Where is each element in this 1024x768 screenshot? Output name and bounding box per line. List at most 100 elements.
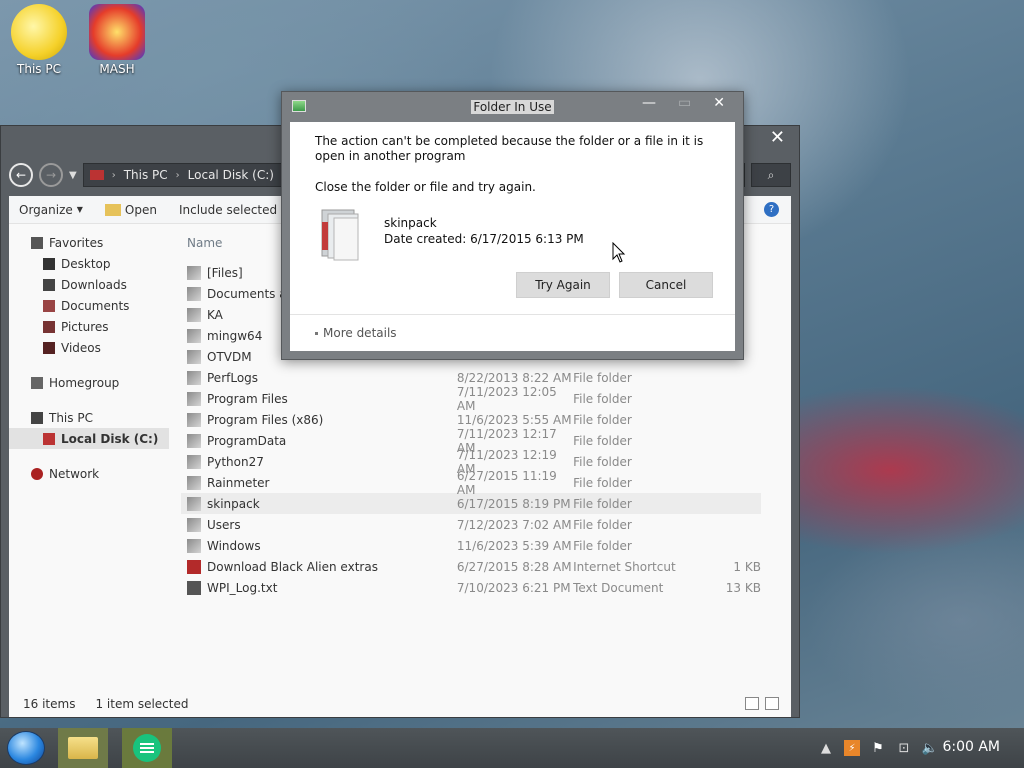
file-row[interactable]: Download Black Alien extras 6/27/2015 8:2… <box>181 556 761 577</box>
nav-label: Pictures <box>61 319 109 334</box>
file-type: File folder <box>573 538 632 553</box>
forward-button[interactable]: → <box>39 163 63 187</box>
chevron-up-icon[interactable]: ▲ <box>818 740 834 756</box>
file-size: 13 KB <box>725 580 761 595</box>
action-center-flag-icon[interactable]: ⚑ <box>870 740 886 756</box>
clock[interactable]: 6:00 AM <box>942 739 1000 755</box>
nav-label: Documents <box>61 298 130 313</box>
nav-label: Homegroup <box>49 375 120 390</box>
cancel-button[interactable]: Cancel <box>619 272 713 298</box>
notes-icon <box>133 734 161 762</box>
file-type: File folder <box>573 454 632 469</box>
minimize-button[interactable]: — <box>642 95 656 111</box>
try-again-button[interactable]: Try Again <box>516 272 610 298</box>
network-icon[interactable]: ⊡ <box>896 740 912 756</box>
nav-label: Downloads <box>61 277 127 292</box>
computer-icon <box>31 411 43 424</box>
arrow-right-icon: → <box>45 168 57 182</box>
view-toggle <box>745 697 779 710</box>
drive-icon <box>43 432 55 445</box>
desktop-icon <box>43 257 55 270</box>
file-name: WPI_Log.txt <box>207 580 278 595</box>
file-row[interactable]: WPI_Log.txt 7/10/2023 6:21 PM Text Documen… <box>181 577 761 598</box>
file-name: Download Black Alien extras <box>207 559 378 574</box>
include-in-library-button[interactable]: Include selected <box>179 203 277 217</box>
search-box[interactable]: ⌕ <box>751 163 791 187</box>
folder-icon <box>104 203 121 216</box>
breadcrumb-this-pc[interactable]: This PC <box>124 168 168 182</box>
more-details-toggle[interactable]: More details <box>315 326 397 340</box>
taskbar-file-explorer[interactable] <box>58 728 108 768</box>
dialog-titlebar[interactable]: Folder In Use — ▭ ✕ <box>282 92 743 122</box>
explorer-close-button[interactable]: ✕ <box>770 127 785 148</box>
file-row[interactable]: Program Files 7/11/2023 12:05 AM File fold… <box>181 385 761 413</box>
nav-this-pc[interactable]: This PC <box>9 407 169 428</box>
volume-icon[interactable]: 🔈 <box>922 740 938 756</box>
file-type: File folder <box>573 517 632 532</box>
folder-icon <box>187 412 201 427</box>
nav-desktop[interactable]: Desktop <box>9 253 169 274</box>
start-button[interactable] <box>7 731 45 765</box>
folder-icon <box>68 737 98 759</box>
nav-documents[interactable]: Documents <box>9 295 169 316</box>
drive-icon <box>89 170 104 180</box>
file-name: Python27 <box>207 454 264 469</box>
recent-locations-dropdown[interactable]: ▼ <box>69 170 77 181</box>
nav-homegroup[interactable]: Homegroup <box>9 372 169 393</box>
text-file-icon <box>187 580 201 595</box>
desktop-icon-mash[interactable]: MASH <box>82 4 152 76</box>
file-row[interactable]: skinpack 6/17/2015 8:19 PM File folder <box>181 493 761 514</box>
folder-icon <box>187 517 201 532</box>
file-row[interactable]: Windows 11/6/2023 5:39 AM File folder <box>181 535 761 556</box>
search-icon: ⌕ <box>767 167 775 182</box>
item-name: skinpack <box>384 216 437 230</box>
folder-icon <box>187 265 201 280</box>
file-type: File folder <box>573 433 632 448</box>
open-button[interactable]: Open <box>104 203 157 217</box>
nav-downloads[interactable]: Downloads <box>9 274 169 295</box>
chevron-down-icon: ▼ <box>76 205 83 214</box>
app-tray-icon[interactable]: ⚡ <box>844 740 860 756</box>
folder-icon <box>187 433 201 448</box>
taskbar-notes-app[interactable] <box>122 728 172 768</box>
file-row[interactable]: Rainmeter 6/27/2015 11:19 AM File folder <box>181 469 761 497</box>
nav-label: Desktop <box>61 256 111 271</box>
include-label: Include selected <box>178 202 278 217</box>
taskbar: ▲ ⚡ ⚑ ⊡ 🔈 6:00 AM <box>0 728 1024 768</box>
column-header-name[interactable]: Name <box>187 236 222 250</box>
navigation-pane: Favorites Desktop Downloads Documents Pi… <box>9 232 169 691</box>
nav-pictures[interactable]: Pictures <box>9 316 169 337</box>
file-type: Text Document <box>573 580 664 595</box>
nav-favorites[interactable]: Favorites <box>9 232 169 253</box>
file-type: File folder <box>573 370 632 385</box>
dialog-instruction: Close the folder or file and try again. <box>315 180 536 194</box>
file-type: File folder <box>573 475 632 490</box>
nav-local-disk[interactable]: Local Disk (C:) <box>9 428 169 449</box>
file-date-modified: 7/12/2023 7:02 AM <box>456 517 572 532</box>
nav-network[interactable]: Network <box>9 463 169 484</box>
back-button[interactable]: ← <box>9 163 33 187</box>
file-size: 1 KB <box>733 559 761 574</box>
help-icon[interactable]: ? <box>764 202 779 217</box>
details-view-button[interactable] <box>745 697 759 710</box>
breadcrumb-local-disk[interactable]: Local Disk (C:) <box>188 168 274 182</box>
dialog-title: Folder In Use <box>471 100 554 114</box>
expand-icon <box>315 331 318 335</box>
homegroup-icon <box>31 376 43 389</box>
file-name: Users <box>207 517 241 532</box>
nav-videos[interactable]: Videos <box>9 337 169 358</box>
large-icons-view-button[interactable] <box>765 697 779 710</box>
maximize-button[interactable]: ▭ <box>678 95 691 111</box>
file-name: skinpack <box>207 496 260 511</box>
file-date-modified: 6/17/2015 8:19 PM <box>456 496 571 511</box>
nav-label: Local Disk (C:) <box>61 431 159 446</box>
desktop-icon-this-pc[interactable]: This PC <box>4 4 74 76</box>
file-row[interactable]: Users 7/12/2023 7:02 AM File folder <box>181 514 761 535</box>
file-type: Internet Shortcut <box>573 559 676 574</box>
dialog-close-button[interactable]: ✕ <box>713 95 725 111</box>
breadcrumb-separator: › <box>111 169 116 181</box>
organize-button[interactable]: Organize ▼ <box>19 203 83 217</box>
folder-icon <box>187 454 201 469</box>
folder-icon <box>187 286 201 301</box>
file-date-modified: 7/10/2023 6:21 PM <box>456 580 571 595</box>
